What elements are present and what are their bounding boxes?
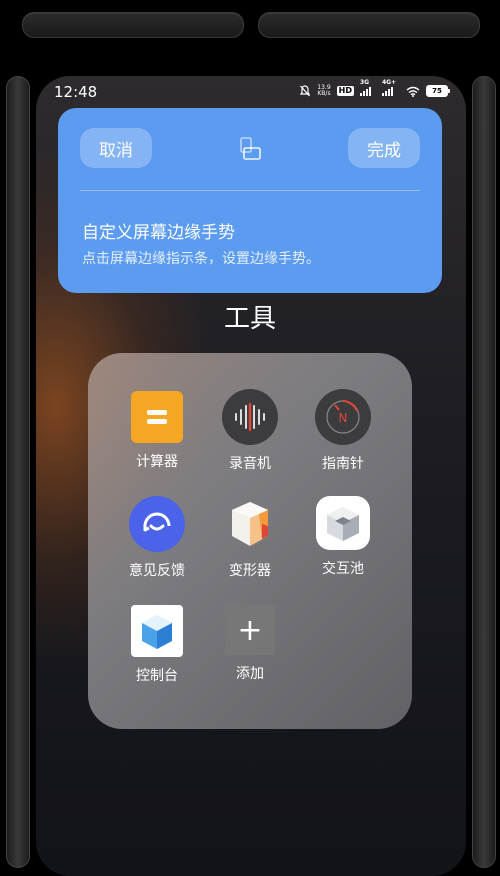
app-console[interactable]: 控制台 [112,605,202,685]
app-compass[interactable]: N 指南针 [298,389,388,473]
recorder-icon [222,389,278,445]
compass-icon: N [315,389,371,445]
calculator-icon [131,391,183,443]
app-label: 控制台 [136,668,178,684]
app-recorder[interactable]: 录音机 [205,389,295,473]
card-title: 自定义屏幕边缘手势 [82,223,235,243]
app-label: 计算器 [136,454,178,470]
app-label: 录音机 [229,456,271,472]
right-edge-rail[interactable] [472,76,496,868]
app-interaction-pool[interactable]: 交互池 [298,496,388,578]
done-button[interactable]: 完成 [348,128,420,168]
app-add[interactable]: + 添加 [205,605,295,683]
feedback-icon [129,496,185,552]
top-bar-left [22,12,244,38]
card-divider [80,190,420,191]
folder-title[interactable]: 工具 [0,298,500,335]
network-speed: 13.9 KB/s [317,84,331,97]
signal-3g-icon: 3G [360,79,376,96]
console-icon [131,605,183,657]
app-label: 交互池 [322,561,364,577]
wifi-icon [406,86,420,97]
tools-folder: 计算器 录音机 N 指南针 意见反馈 变形器 交互池 控制台 + 添加 [88,353,412,729]
app-transformer[interactable]: 变形器 [205,496,295,580]
transformer-icon [222,496,278,552]
clock: 12:48 [54,83,98,101]
silent-bell-icon [300,85,311,97]
top-bar-right [258,12,480,38]
battery-icon: 75 [426,85,450,97]
hd-badge: HD [336,86,354,96]
interaction-pool-icon [316,496,370,550]
app-feedback[interactable]: 意见反馈 [112,496,202,580]
card-subtitle: 点击屏幕边缘指示条，设置边缘手势。 [82,251,320,267]
app-label: 添加 [236,666,264,682]
svg-text:N: N [339,411,348,425]
status-bar: 12:48 13.9 KB/s HD 3G 4G+ 75 [36,76,466,110]
rotate-screen-icon[interactable] [238,136,264,162]
edge-gesture-card: 取消 完成 自定义屏幕边缘手势 点击屏幕边缘指示条，设置边缘手势。 [58,108,442,293]
app-calculator[interactable]: 计算器 [112,391,202,471]
signal-4g-icon: 4G+ [382,79,400,96]
plus-icon: + [225,605,275,655]
app-label: 变形器 [229,563,271,579]
app-label: 指南针 [322,456,364,472]
left-edge-rail[interactable] [6,76,30,868]
status-icons: 13.9 KB/s HD 3G 4G+ 75 [299,79,450,97]
cancel-button[interactable]: 取消 [80,128,152,168]
app-label: 意见反馈 [129,563,185,579]
